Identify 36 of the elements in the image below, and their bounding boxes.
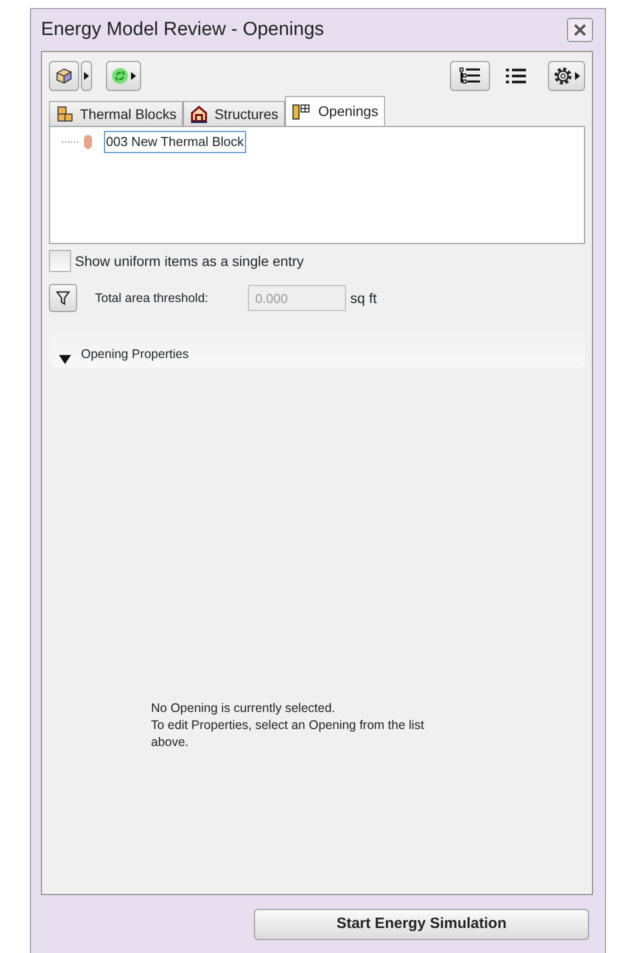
tree-item[interactable]: 003 New Thermal Block <box>104 131 246 152</box>
close-icon <box>573 23 587 37</box>
caret-icon <box>84 72 89 80</box>
blocks-icon <box>56 105 74 123</box>
window-title: Energy Model Review - Openings <box>41 18 324 42</box>
tree-list-icon <box>459 67 481 85</box>
checkbox-label: Show uniform items as a single entry <box>75 252 304 271</box>
threshold-label: Total area threshold: <box>95 290 208 307</box>
section-title: Opening Properties <box>81 346 189 364</box>
model-button[interactable] <box>49 61 79 91</box>
house-icon <box>190 105 208 123</box>
unit-label: sq ft <box>350 288 377 308</box>
list-icon <box>505 68 527 84</box>
close-button[interactable] <box>567 18 593 42</box>
tab[interactable]: Structures <box>183 101 286 126</box>
filter-button[interactable] <box>49 284 77 312</box>
block-icon <box>84 134 92 149</box>
refresh-icon <box>111 67 129 85</box>
filter-icon <box>56 291 70 305</box>
caret-icon <box>575 72 580 80</box>
tree-connector-icon <box>62 140 78 144</box>
message-text: To edit Properties, select an Opening from the list above. <box>151 717 426 751</box>
settings-icon <box>553 66 573 86</box>
checkbox[interactable] <box>49 250 71 272</box>
dropdown-button[interactable] <box>81 61 92 91</box>
settings-button[interactable] <box>548 61 585 91</box>
tree-view-button[interactable] <box>450 61 490 91</box>
start-simulation-button[interactable]: Start Energy Simulation <box>254 908 589 940</box>
tab[interactable]: Thermal Blocks <box>49 101 184 126</box>
box-icon <box>54 67 74 85</box>
window-door-icon <box>292 102 312 120</box>
expand-toggle[interactable] <box>59 355 71 364</box>
caret-icon <box>131 72 136 80</box>
refresh-button[interactable] <box>106 61 141 91</box>
message-text: No Opening is currently selected. <box>151 700 336 717</box>
tab[interactable]: Openings <box>285 96 386 126</box>
